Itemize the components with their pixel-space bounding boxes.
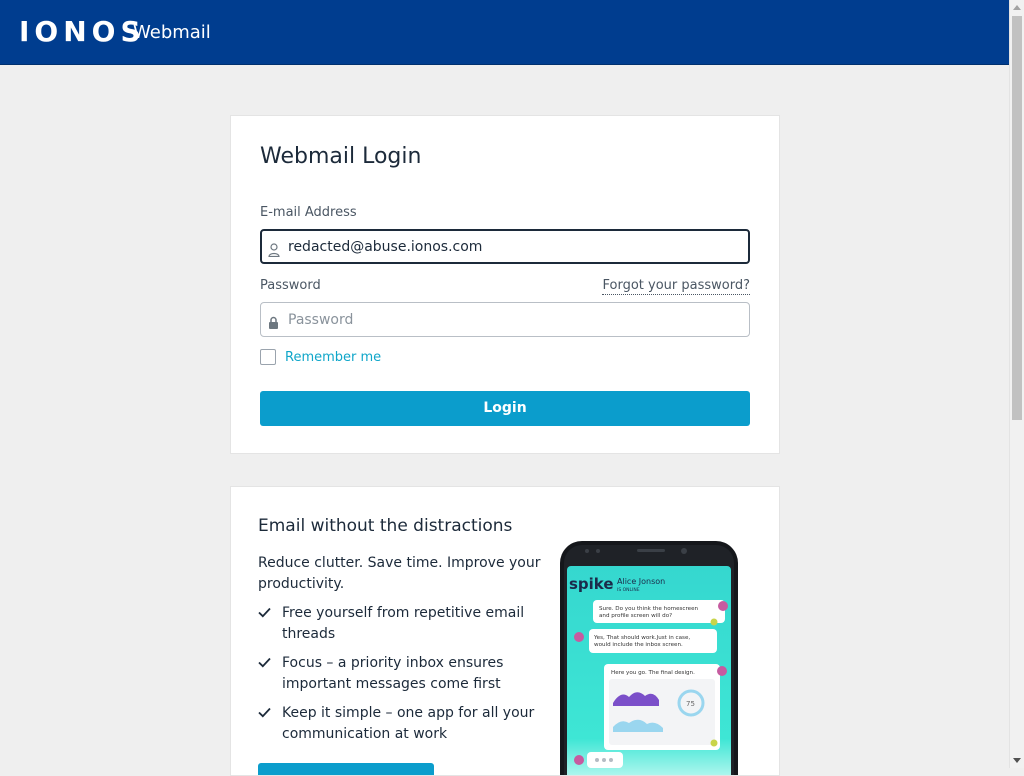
vertical-scrollbar[interactable] — [1009, 0, 1024, 768]
top-header-bar: IONOS Webmail — [0, 0, 1009, 65]
benefit-text: Free yourself from repetitive email thre… — [282, 605, 525, 642]
benefit-text: Keep it simple – one app for all your co… — [282, 705, 535, 742]
phone-app-logo: spike — [569, 575, 614, 593]
phone-message-1a: Sure. Do you think the homescreen — [599, 606, 699, 612]
scrollbar-thumb[interactable] — [1012, 16, 1022, 420]
email-input[interactable] — [288, 231, 738, 262]
benefit-item: Free yourself from repetitive email thre… — [258, 603, 548, 645]
password-label: Password — [260, 278, 321, 293]
check-icon — [258, 707, 271, 718]
lock-icon — [269, 316, 278, 329]
password-field-wrapper[interactable] — [260, 302, 750, 337]
login-card: Webmail Login E-mail Address Password Fo… — [230, 115, 780, 454]
app-name: Webmail — [133, 22, 211, 43]
scroll-down-arrow-icon[interactable] — [1013, 758, 1021, 763]
ionos-logo[interactable]: IONOS — [19, 16, 146, 48]
phone-illustration: spike Alice Jonson IS ONLINE Sure. Do yo… — [560, 541, 738, 775]
scroll-up-arrow-icon[interactable] — [1013, 5, 1021, 10]
login-title: Webmail Login — [260, 144, 422, 169]
user-icon — [268, 243, 280, 257]
remember-me-label[interactable]: Remember me — [285, 350, 381, 366]
login-button[interactable]: Login — [260, 391, 750, 426]
promo-text: Reduce clutter. Save time. Improve your … — [258, 555, 541, 592]
remember-me-checkbox[interactable] — [260, 349, 276, 365]
forgot-password-link[interactable]: Forgot your password? — [602, 278, 750, 295]
benefits-list: Free yourself from repetitive email thre… — [258, 603, 548, 753]
phone-message-3: Here you go. The final design. — [611, 670, 695, 676]
phone-message-1b: and profile screen will do? — [599, 613, 672, 619]
phone-contact-status: IS ONLINE — [617, 587, 640, 593]
promo-card: Email without the distractions Reduce cl… — [230, 486, 780, 776]
promo-title: Email without the distractions — [258, 516, 513, 536]
promo-cta-button[interactable] — [258, 763, 434, 775]
email-field-wrapper[interactable] — [260, 229, 750, 264]
phone-contact-name: Alice Jonson — [617, 577, 665, 586]
benefit-text: Focus – a priority inbox ensures importa… — [282, 655, 504, 692]
phone-message-2b: would include the inbox screen. — [594, 642, 683, 648]
phone-chart-number: 75 — [686, 700, 695, 708]
phone-message-2a: Yes, That should work.Just in case, — [593, 635, 690, 641]
benefit-item: Keep it simple – one app for all your co… — [258, 703, 548, 745]
check-icon — [258, 657, 271, 668]
benefit-item: Focus – a priority inbox ensures importa… — [258, 653, 548, 695]
password-input[interactable] — [288, 303, 738, 336]
email-label: E-mail Address — [260, 205, 357, 220]
check-icon — [258, 607, 271, 618]
